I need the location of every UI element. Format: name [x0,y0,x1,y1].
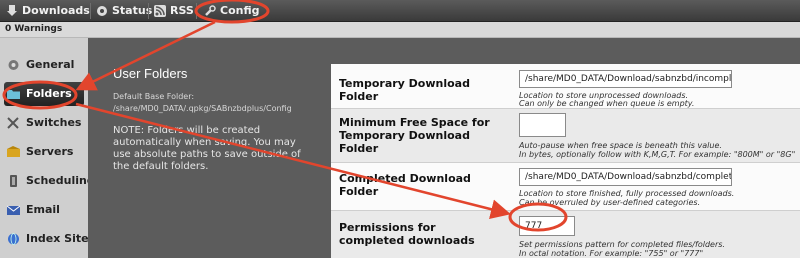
temp-folder-hint-2: Can only be changed when queue is empty. [519,99,695,108]
setting-row-permissions: Permissions for completed downloads 777 … [331,211,800,258]
permissions-hint-2: In octal notation. For example: "755" or… [519,249,704,258]
sidebar-item-scheduling[interactable]: Scheduling [4,169,95,193]
download-icon [7,5,17,16]
min-free-space-input[interactable] [519,113,566,137]
base-folder-path: /share/MD0_DATA/.qpkg/SABnzbdplus/Config [113,104,292,113]
sidebar-item-label: Scheduling [26,174,95,187]
nav-rss[interactable]: RSS [154,3,194,19]
wrench-icon [205,5,216,16]
nav-separator [90,3,91,19]
temp-folder-label: Temporary Download Folder [339,77,470,103]
nav-separator [148,3,149,19]
nav-status-label: Status [112,4,153,17]
gear-icon [97,6,107,16]
nav-config[interactable]: Config [204,3,260,19]
nav-status[interactable]: Status [96,3,152,19]
permissions-input[interactable]: 777 [519,216,575,236]
sidebar-item-switches[interactable]: Switches [4,111,84,135]
setting-row-complete-folder: Completed Download Folder /share/MD0_DAT… [331,163,800,211]
nav-downloads[interactable]: Downloads [6,3,90,19]
nav-config-label: Config [220,4,260,17]
sidebar-item-label: Folders [26,87,72,100]
complete-folder-hint-2: Can be overruled by user-defined categor… [519,198,701,207]
top-nav-bar: Downloads Status RSS Config [0,0,800,22]
sidebar-item-label: Index Sites [26,232,96,245]
setting-row-temp-folder: Temporary Download Folder /share/MD0_DAT… [331,64,800,109]
permissions-label: Permissions for completed downloads [339,221,475,247]
server-icon [7,146,20,157]
nav-separator [196,3,197,19]
rss-icon [154,5,166,17]
gear-icon [8,60,19,70]
main-content: User Folders Default Base Folder: /share… [88,38,800,258]
nav-rss-label: RSS [170,4,194,17]
warnings-bar: 0 Warnings [0,22,800,38]
settings-panel: User Folders Default Base Folder: /share… [94,44,800,258]
email-icon [7,205,20,215]
sidebar-item-general[interactable]: General [4,53,84,77]
globe-icon [8,233,19,245]
warnings-count[interactable]: 0 Warnings [5,24,62,34]
min-free-space-hint-2: In bytes, optionally follow with K,M,G,T… [519,150,796,159]
min-free-space-label: Minimum Free Space for Temporary Downloa… [339,116,490,155]
sidebar-item-label: Switches [26,116,82,129]
sidebar-item-index-sites[interactable]: Index Sites [4,227,95,251]
complete-folder-input[interactable]: /share/MD0_DATA/Download/sabnzbd/complet… [519,168,732,186]
sidebar-item-label: Servers [26,145,74,158]
folder-icon [7,90,20,99]
section-title: User Folders [113,66,188,81]
sidebar-item-servers[interactable]: Servers [4,140,84,164]
base-folder-label: Default Base Folder: [113,92,195,101]
folder-settings-form: Temporary Download Folder /share/MD0_DAT… [331,64,800,258]
complete-folder-label: Completed Download Folder [339,172,471,198]
sidebar-item-folders[interactable]: Folders [4,82,84,106]
setting-row-min-free-space: Minimum Free Space for Temporary Downloa… [331,109,800,163]
sidebar: General Folders Switches Servers Schedul… [0,38,95,258]
temp-folder-input[interactable]: /share/MD0_DATA/Download/sabnzbd/incompl… [519,70,732,88]
nav-downloads-label: Downloads [22,4,90,17]
sidebar-item-label: Email [26,203,60,216]
sidebar-item-email[interactable]: Email [4,198,84,222]
sidebar-item-label: General [26,58,75,71]
calendar-icon [10,175,17,187]
switch-icon [7,117,19,129]
folders-note: NOTE: Folders will be created automatica… [113,125,301,172]
